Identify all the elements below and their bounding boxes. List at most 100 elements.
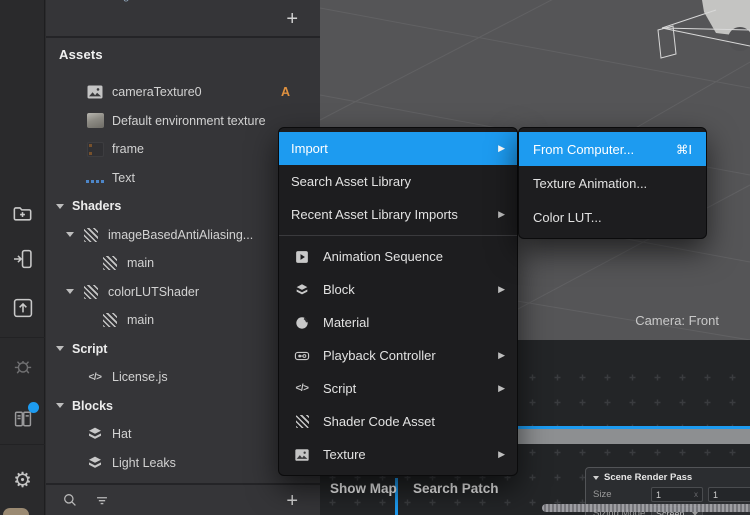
publish-icon: [11, 296, 35, 320]
playback-controller-icon: [294, 348, 310, 364]
section-label: Blocks: [72, 399, 113, 413]
keyboard-shortcut: ⌘I: [676, 142, 692, 157]
menu-item-recent-asset-library-imports[interactable]: Recent Asset Library Imports ▶: [279, 198, 517, 231]
block-icon: [86, 454, 104, 472]
shader-icon: [296, 415, 309, 428]
submenu-arrow-icon: ▶: [498, 144, 505, 154]
asset-label: Default environment texture: [112, 114, 266, 128]
menu-item-label: Script: [323, 381, 356, 396]
chevron-down-icon: [692, 512, 698, 515]
frame-thumbnail: [87, 142, 104, 157]
scene-render-pass-header[interactable]: Scene Render Pass: [586, 468, 750, 485]
horizontal-scrollbar[interactable]: [542, 504, 750, 512]
submenu-arrow-icon: ▶: [498, 384, 505, 394]
caret-down-icon[interactable]: [56, 204, 64, 209]
submenu-item-from-computer[interactable]: From Computer... ⌘I: [519, 132, 706, 166]
asset-label: main: [127, 256, 154, 270]
menu-item-label: Block: [323, 282, 355, 297]
asset-label: Text: [112, 171, 135, 185]
search-icon[interactable]: [60, 490, 80, 510]
assets-footer-bar: +: [46, 483, 320, 515]
add-asset-button[interactable]: +: [286, 491, 298, 511]
folder-plus-icon: [11, 201, 35, 225]
scene-render-pass-title: Scene Render Pass: [604, 472, 692, 483]
block-icon: [294, 282, 310, 298]
caret-down-icon[interactable]: [56, 346, 64, 351]
srp-size-input[interactable]: 1: [708, 487, 750, 502]
sidebar-button-folder-plus[interactable]: [10, 200, 35, 225]
section-label: Shaders: [72, 199, 121, 213]
menu-item-animation-sequence[interactable]: Animation Sequence: [279, 240, 517, 273]
asset-label: imageBasedAntiAliasing...: [108, 228, 253, 242]
sidebar-button-publish[interactable]: [10, 295, 35, 320]
environment-texture-thumbnail: [87, 113, 104, 128]
import-submenu: From Computer... ⌘I Texture Animation... Co…: [518, 127, 707, 239]
add-scene-object-button[interactable]: +: [286, 9, 298, 29]
asset-label: License.js: [112, 370, 168, 384]
scene-panel-stub: Light +: [46, 0, 320, 38]
menu-item-shader-code-asset[interactable]: Shader Code Asset: [279, 405, 517, 438]
submenu-item-label: Color LUT...: [533, 210, 602, 225]
asset-label: Hat: [112, 427, 131, 441]
sidebar-button-send-to-device[interactable]: [10, 246, 35, 271]
menu-item-script[interactable]: </> Script ▶: [279, 372, 517, 405]
block-icon: [86, 425, 104, 443]
asset-label: frame: [112, 142, 144, 156]
menu-item-playback-controller[interactable]: Playback Controller▶: [279, 339, 517, 372]
srp-row-label: Size: [593, 489, 651, 500]
menu-item-label: Recent Asset Library Imports: [291, 207, 458, 222]
camera-label: Camera: Front: [635, 313, 719, 328]
section-label: Script: [72, 342, 107, 356]
menu-item-label: Shader Code Asset: [323, 414, 435, 429]
search-patch-button[interactable]: Search Patch: [413, 481, 499, 496]
menu-item-import[interactable]: Import▶: [279, 132, 517, 165]
notification-dot: [28, 402, 39, 413]
srp-row-size: Size1x 1: [586, 485, 750, 504]
gear-icon: ⚙: [13, 470, 32, 491]
shader-icon: [103, 313, 117, 327]
submenu-item-color-lut[interactable]: Color LUT...: [519, 200, 706, 234]
menu-item-material[interactable]: Material: [279, 306, 517, 339]
asset-label: main: [127, 313, 154, 327]
code-icon: </>: [296, 383, 309, 394]
asset-badge: A: [281, 85, 290, 99]
asset-label: Light Leaks: [112, 456, 176, 470]
filter-icon[interactable]: [92, 490, 112, 510]
shader-icon: [103, 256, 117, 270]
srp-size-input[interactable]: 1x: [651, 487, 703, 502]
caret-down-icon[interactable]: [66, 232, 74, 237]
scene-item-partial: Light: [114, 0, 139, 2]
caret-down-icon[interactable]: [56, 403, 64, 408]
animation-sequence-icon: [294, 249, 310, 265]
sidebar-button-docs[interactable]: [10, 406, 35, 431]
submenu-arrow-icon: ▶: [498, 450, 505, 460]
submenu-arrow-icon: ▶: [498, 210, 505, 220]
menu-divider: [279, 235, 517, 236]
asset-label: cameraTexture0: [112, 85, 202, 99]
submenu-item-texture-animation[interactable]: Texture Animation...: [519, 166, 706, 200]
app-toolbar: ⚙: [0, 0, 45, 515]
assets-context-menu: Import▶ Search Asset Library Recent Asset …: [278, 127, 518, 476]
asset-item-cameratexture0[interactable]: cameraTexture0 A: [46, 78, 320, 107]
texture-icon: [86, 83, 104, 101]
send-to-device-icon: [11, 247, 35, 271]
caret-down-icon[interactable]: [66, 289, 74, 294]
collapse-caret-icon[interactable]: [593, 476, 599, 480]
show-map-button[interactable]: Show Map: [330, 481, 397, 496]
sidebar-button-bug[interactable]: [10, 353, 35, 378]
menu-item-texture[interactable]: Texture ▶: [279, 438, 517, 471]
menu-item-label: Search Asset Library: [291, 174, 411, 189]
submenu-item-label: From Computer...: [533, 142, 634, 157]
bug-icon: [11, 354, 35, 378]
submenu-arrow-icon: ▶: [498, 285, 505, 295]
camera-preview-sliver: [3, 508, 29, 515]
texture-icon: [294, 447, 310, 463]
assets-panel-title: Assets: [59, 47, 103, 62]
menu-item-label: Animation Sequence: [323, 249, 443, 264]
menu-item-search-asset-library[interactable]: Search Asset Library: [279, 165, 517, 198]
menu-item-label: Texture: [323, 447, 366, 462]
sidebar-button-gear[interactable]: ⚙: [10, 468, 35, 493]
menu-item-block[interactable]: Block ▶: [279, 273, 517, 306]
menu-item-label: Playback Controller: [323, 348, 436, 363]
text-asset-icon: [86, 170, 104, 185]
